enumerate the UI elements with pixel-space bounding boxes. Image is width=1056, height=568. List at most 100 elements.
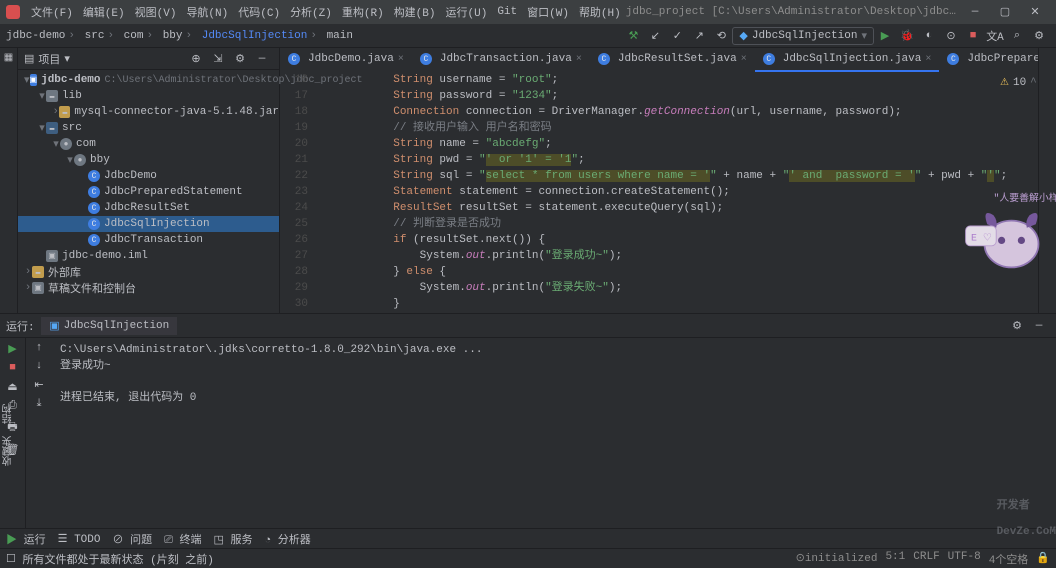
- vcs-push-icon[interactable]: ↗: [690, 27, 708, 45]
- rerun-icon[interactable]: ▶: [8, 342, 16, 356]
- profile-icon[interactable]: ⊙: [942, 27, 960, 45]
- build-icon[interactable]: ⚒: [624, 27, 642, 45]
- bottom-terminal[interactable]: ⎚ 终端: [164, 531, 201, 547]
- wrap-icon[interactable]: ⇤: [34, 378, 43, 392]
- menu-analyze[interactable]: 分析(Z): [285, 4, 337, 20]
- run-config-selector[interactable]: ◆JdbcSqlInjection▾: [732, 27, 874, 45]
- up-icon[interactable]: ↑: [36, 342, 43, 354]
- tree-class-demo[interactable]: CJdbcDemo: [18, 168, 279, 184]
- menu-run[interactable]: 运行(U): [441, 4, 493, 20]
- maximize-button[interactable]: ▢: [990, 2, 1020, 22]
- tree-class-result[interactable]: CJdbcResultSet: [18, 200, 279, 216]
- menu-git[interactable]: Git: [492, 6, 522, 18]
- tree-pkg-com[interactable]: ▾●com: [18, 136, 279, 152]
- menu-file[interactable]: 文件(F): [26, 4, 78, 20]
- menu-view[interactable]: 视图(V): [130, 4, 182, 20]
- menu-help[interactable]: 帮助(H): [574, 4, 626, 20]
- stop-icon[interactable]: ■: [9, 362, 16, 374]
- scroll-icon[interactable]: ⤓: [37, 398, 42, 410]
- vcs-update-icon[interactable]: ↙: [646, 27, 664, 45]
- run-toolbar-right: ↑ ↓ ⇤ ⤓: [26, 338, 52, 528]
- tree-folder-src[interactable]: ▾▬src: [18, 120, 279, 136]
- code-area[interactable]: ⚠10^⌄ 16171819 20212223 24252627 2829303…: [280, 72, 1056, 313]
- translate-icon[interactable]: 文A: [986, 27, 1004, 45]
- tab-transaction[interactable]: CJdbcTransaction.java×: [412, 48, 590, 72]
- left-stripe: ▦: [0, 48, 18, 313]
- tree-ext-lib[interactable]: ›▬外部库: [18, 264, 279, 280]
- project-icon: ▤: [24, 52, 34, 66]
- tree-pkg-bby[interactable]: ▾●bby: [18, 152, 279, 168]
- minimize-button[interactable]: —: [960, 2, 990, 22]
- bottom-todo[interactable]: ☰ TODO: [58, 532, 101, 546]
- menu-code[interactable]: 代码(C): [233, 4, 285, 20]
- window-title: jdbc_project [C:\Users\Administrator\Des…: [626, 6, 960, 18]
- tab-resultset[interactable]: CJdbcResultSet.java×: [590, 48, 755, 72]
- project-title: 项目: [38, 51, 60, 67]
- project-panel-header: ▤项目 ▾ ⊕ ⇲ ⚙ —: [18, 48, 279, 70]
- exit-icon[interactable]: ⏏: [7, 380, 17, 394]
- tab-injection[interactable]: CJdbcSqlInjection.java×: [755, 48, 940, 72]
- structure-tool-tab[interactable]: 结构: [0, 400, 19, 428]
- tab-demo[interactable]: CJdbcDemo.java×: [280, 48, 412, 72]
- tree-class-injection[interactable]: CJdbcSqlInjection: [18, 216, 279, 232]
- run-panel-header: 运行: ▣JdbcSqlInjection ⚙ —: [0, 314, 1056, 338]
- right-stripe: [1038, 48, 1056, 313]
- history-icon[interactable]: ⟲: [712, 27, 730, 45]
- favorites-tool-tab[interactable]: 收藏夹: [0, 432, 19, 470]
- tree-class-transaction[interactable]: CJdbcTransaction: [18, 232, 279, 248]
- run-panel: 运行: ▣JdbcSqlInjection ⚙ — ▶ ■ ⏏ ⎙ 🖶 🗑 ↑ …: [0, 313, 1056, 528]
- tree-module[interactable]: ▾▣jdbc-demoC:\Users\Administrator\Deskto…: [18, 72, 279, 88]
- down-icon[interactable]: ↓: [36, 360, 43, 372]
- breadcrumb[interactable]: jdbc-demo› src› com› bby› JdbcSqlInjecti…: [6, 30, 353, 42]
- code-text[interactable]: String username = "root"; String passwor…: [314, 72, 1056, 313]
- status-enc[interactable]: UTF-8: [948, 551, 981, 567]
- status-vcs-icon[interactable]: ☐: [6, 552, 16, 566]
- menu-window[interactable]: 窗口(W): [522, 4, 574, 20]
- run-panel-label: 运行:: [6, 318, 35, 334]
- app-icon: [6, 5, 20, 19]
- menu-build[interactable]: 构建(B): [389, 4, 441, 20]
- status-pos[interactable]: 5:1: [885, 551, 905, 567]
- run-output[interactable]: C:\Users\Administrator\.jdks\corretto-1.…: [52, 338, 1056, 528]
- close-button[interactable]: ✕: [1020, 2, 1050, 22]
- hide-icon[interactable]: —: [253, 50, 271, 68]
- tree-jar[interactable]: ›▬mysql-connector-java-5.1.48.jar: [18, 104, 279, 120]
- gear-icon[interactable]: ⚙: [231, 50, 249, 68]
- bottom-run[interactable]: ▶ 运行: [6, 531, 46, 547]
- tree-iml[interactable]: ▣jdbc-demo.iml: [18, 248, 279, 264]
- title-bar: 文件(F) 编辑(E) 视图(V) 导航(N) 代码(C) 分析(Z) 重构(R…: [0, 0, 1056, 24]
- debug-button[interactable]: 🐞: [898, 27, 916, 45]
- stop-button[interactable]: ■: [964, 27, 982, 45]
- bottom-services[interactable]: ◳ 服务: [214, 531, 253, 547]
- status-indent[interactable]: 4个空格: [989, 551, 1029, 567]
- menu-refactor[interactable]: 重构(R): [337, 4, 389, 20]
- run-button[interactable]: ▶: [876, 27, 894, 45]
- run-gear-icon[interactable]: ⚙: [1008, 317, 1026, 335]
- select-opened-icon[interactable]: ⊕: [187, 50, 205, 68]
- search-icon[interactable]: ⌕: [1008, 27, 1026, 45]
- editor-tabs: CJdbcDemo.java× CJdbcTransaction.java× C…: [280, 48, 1056, 72]
- menu-edit[interactable]: 编辑(E): [78, 4, 130, 20]
- run-hide-icon[interactable]: —: [1030, 317, 1048, 335]
- project-tool-tab[interactable]: ▦: [4, 52, 13, 64]
- coverage-icon[interactable]: ◐: [920, 27, 938, 45]
- vcs-commit-icon[interactable]: ✓: [668, 27, 686, 45]
- settings-icon[interactable]: ⚙: [1030, 27, 1048, 45]
- bottom-tool-bar: ▶ 运行 ☰ TODO ⊘ 问题 ⎚ 终端 ◳ 服务 ◔ 分析器: [0, 528, 1056, 548]
- tree-scratch[interactable]: ›▣草稿文件和控制台: [18, 280, 279, 296]
- bottom-problems[interactable]: ⊘ 问题: [112, 531, 152, 547]
- tree-folder-lib[interactable]: ▾▬lib: [18, 88, 279, 104]
- run-panel-tab[interactable]: ▣JdbcSqlInjection: [41, 317, 177, 335]
- menu-nav[interactable]: 导航(N): [181, 4, 233, 20]
- status-lock-icon[interactable]: 🔒: [1036, 551, 1050, 567]
- status-eol[interactable]: CRLF: [913, 551, 939, 567]
- tree-class-prepared[interactable]: CJdbcPreparedStatement: [18, 184, 279, 200]
- status-message: 所有文件都处于最新状态 (片刻 之前): [22, 551, 213, 567]
- project-tree[interactable]: ▾▣jdbc-demoC:\Users\Administrator\Deskto…: [18, 70, 279, 298]
- bottom-profiler[interactable]: ◔ 分析器: [265, 531, 311, 547]
- project-panel: ▤项目 ▾ ⊕ ⇲ ⚙ — ▾▣jdbc-demoC:\Users\Admini…: [18, 48, 280, 313]
- status-init[interactable]: ⊙initialized: [796, 551, 878, 567]
- expand-all-icon[interactable]: ⇲: [209, 50, 227, 68]
- gutter: 16171819 20212223 24252627 28293031: [280, 72, 314, 313]
- editor: CJdbcDemo.java× CJdbcTransaction.java× C…: [280, 48, 1056, 313]
